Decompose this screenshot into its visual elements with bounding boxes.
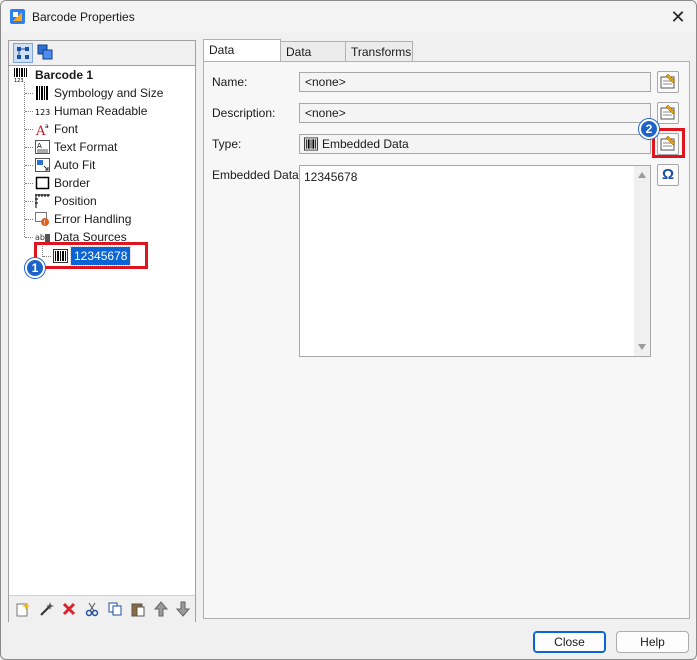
text-format-icon: A — [35, 140, 50, 154]
embedded-data-value: 12345678 — [304, 170, 358, 184]
description-field[interactable]: <none> — [299, 103, 651, 123]
close-window-icon[interactable]: ✕ — [667, 6, 689, 28]
help-button[interactable]: Help — [616, 631, 689, 653]
cut-icon[interactable] — [83, 601, 101, 617]
new-item-icon[interactable] — [14, 601, 32, 617]
tree-root-label: Barcode 1 — [35, 68, 94, 82]
tree-item-label: Human Readable — [54, 104, 148, 118]
tree-guide-line — [25, 111, 33, 112]
tree-item-label: Text Format — [54, 140, 118, 154]
move-up-icon[interactable] — [152, 601, 170, 617]
tree-item-label: Border — [54, 176, 91, 190]
edit-properties-icon — [660, 104, 676, 120]
data-source-tab-page: Name: <none> Description: <none> Type: E… — [203, 61, 690, 619]
barcode-root-icon: 123 — [14, 68, 27, 82]
tree-item-label: Position — [54, 194, 97, 208]
tree-item-label: Symbology and Size — [54, 86, 164, 100]
tree-bottom-toolbar — [9, 595, 195, 622]
border-icon — [35, 176, 50, 190]
tree-item-label: Font — [54, 122, 79, 136]
tree-guide-line — [25, 165, 33, 166]
tree-guide-line — [25, 129, 33, 130]
dialog-window: Barcode Properties ✕ 123 Barcode 1 Symbo… — [0, 0, 697, 660]
tree-guide-line — [25, 219, 33, 220]
tab-data-source[interactable]: Data Source — [203, 39, 281, 78]
svg-text:a: a — [45, 123, 49, 130]
textarea-scrollbar[interactable] — [634, 166, 650, 356]
tree-guide-line — [24, 82, 25, 237]
move-down-icon[interactable] — [174, 601, 192, 617]
annotation-badge-1: 1 — [25, 258, 45, 278]
svg-text:A: A — [37, 142, 42, 150]
svg-text:123: 123 — [35, 108, 50, 117]
tree-item-label: Error Handling — [54, 212, 132, 226]
numbers-icon: 123 — [35, 108, 50, 117]
name-field[interactable]: <none> — [299, 72, 651, 92]
layers-view-button[interactable] — [36, 43, 56, 63]
tab-transforms[interactable]: Transforms — [345, 41, 413, 61]
description-edit-button[interactable] — [657, 102, 679, 124]
tree-guide-line — [25, 147, 33, 148]
name-label: Name: — [212, 75, 248, 89]
font-icon: A a — [35, 123, 49, 136]
svg-text:ab: ab — [35, 233, 45, 242]
embedded-data-textarea[interactable]: 12345678 — [299, 165, 651, 357]
special-character-button[interactable]: Ω — [657, 164, 679, 186]
properties-tree-panel: 123 Barcode 1 Symbology and Size 123 Hum… — [8, 40, 196, 622]
embedded-data-type-icon — [304, 137, 318, 151]
position-icon — [35, 194, 50, 208]
layers-icon — [37, 44, 53, 60]
embedded-data-label: Embedded Data: — [212, 168, 303, 182]
tree-item-label: Auto Fit — [54, 158, 96, 172]
barcode-icon — [36, 86, 48, 100]
tree-guide-line — [25, 183, 33, 184]
app-icon — [10, 9, 25, 24]
description-label: Description: — [212, 106, 276, 120]
close-button[interactable]: Close — [533, 631, 606, 653]
annotation-badge-2: 2 — [639, 119, 659, 139]
scroll-up-arrow-icon[interactable] — [638, 172, 646, 178]
tree-guide-line — [25, 237, 33, 238]
edit-properties-icon — [660, 73, 676, 89]
annotation-box-1 — [34, 242, 148, 269]
type-field[interactable]: Embedded Data — [299, 134, 651, 154]
tree-guide-line — [25, 93, 33, 94]
wizard-icon[interactable] — [37, 601, 55, 617]
auto-fit-icon — [35, 158, 50, 172]
scroll-down-arrow-icon[interactable] — [638, 344, 646, 350]
tree-view-icon — [17, 47, 29, 59]
type-label: Type: — [212, 137, 242, 151]
tree-guide-line — [25, 201, 33, 202]
error-handling-icon: ! — [35, 212, 49, 227]
tree-toolbar — [9, 41, 195, 66]
paste-icon[interactable] — [129, 601, 147, 617]
title-bar: Barcode Properties ✕ — [1, 1, 696, 33]
delete-icon[interactable] — [60, 601, 78, 617]
window-title: Barcode Properties — [32, 10, 135, 24]
name-edit-button[interactable] — [657, 71, 679, 93]
tree-view-button[interactable] — [13, 43, 33, 63]
svg-text:!: ! — [43, 220, 45, 227]
tab-data-type[interactable]: Data Type — [280, 41, 346, 79]
type-value: Embedded Data — [322, 137, 409, 151]
copy-icon[interactable] — [106, 601, 124, 617]
svg-text:123: 123 — [14, 78, 24, 82]
